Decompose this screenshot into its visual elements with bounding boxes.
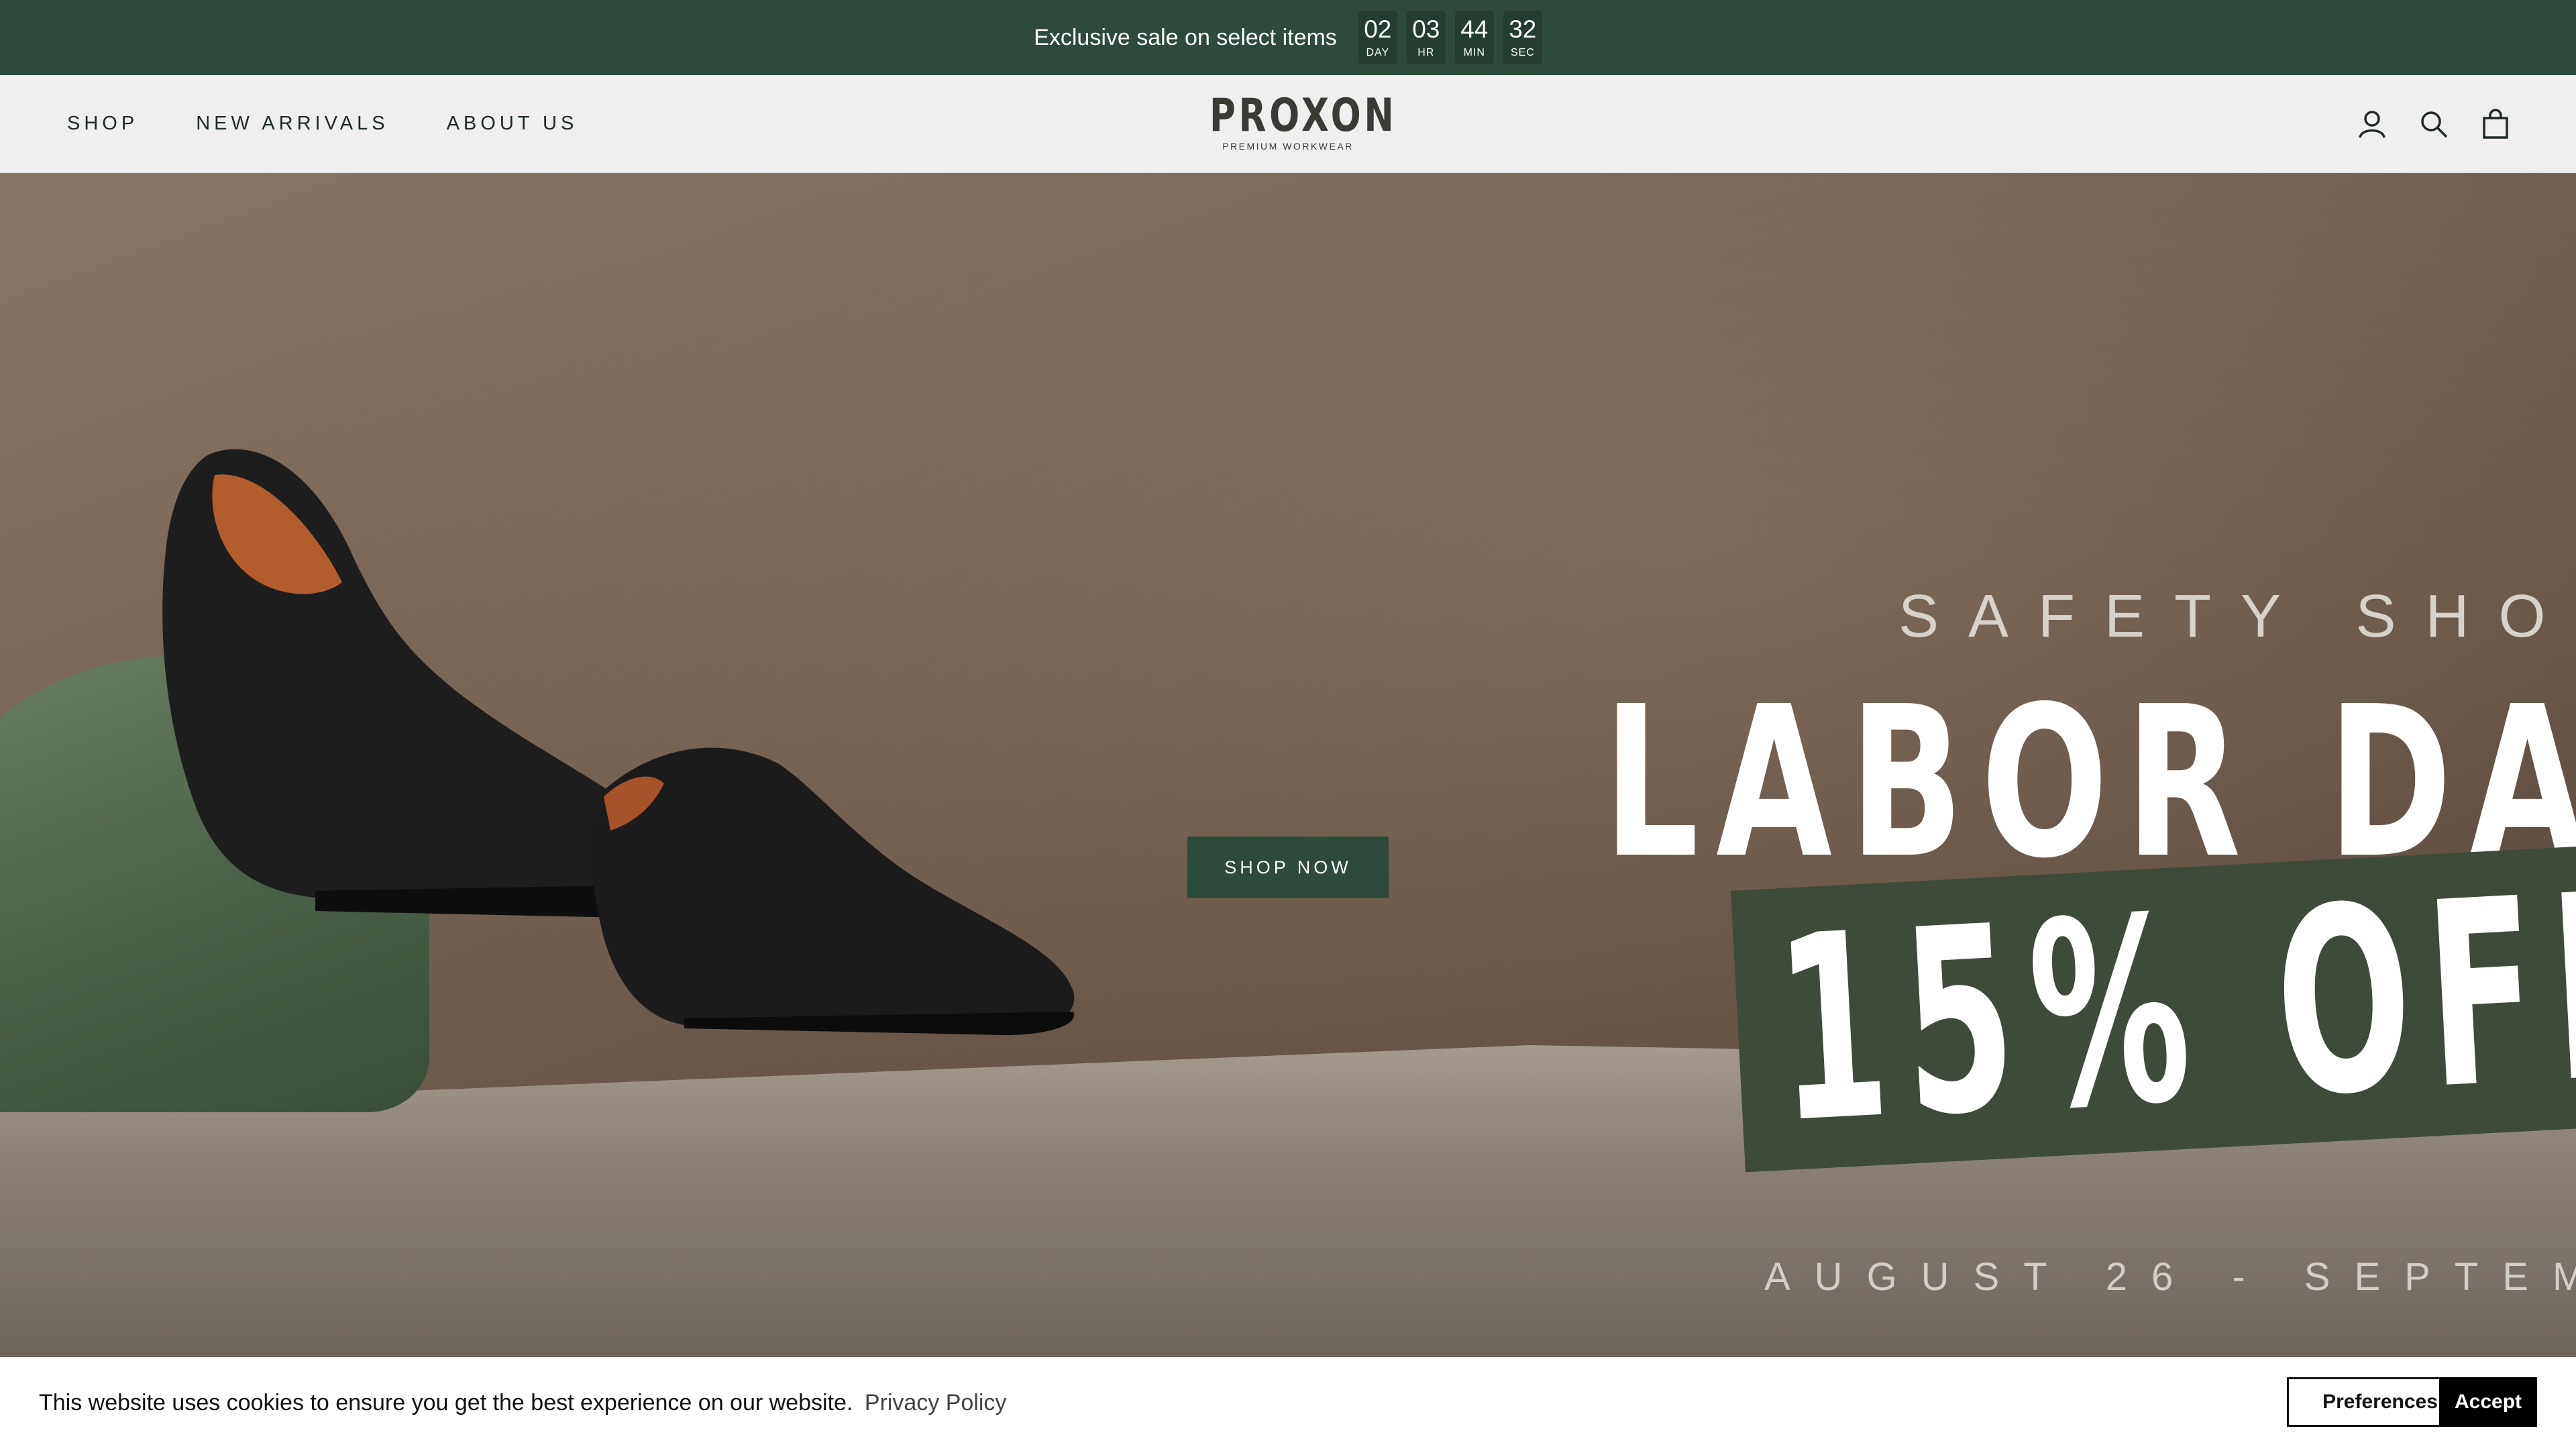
cookie-accept-button[interactable]: Accept: [2439, 1377, 2537, 1427]
countdown-days: 02 DAY: [1358, 11, 1397, 64]
account-icon[interactable]: [2356, 108, 2388, 140]
search-icon[interactable]: [2418, 108, 2450, 140]
cookie-message-wrap: This website uses cookies to ensure you …: [39, 1390, 1006, 1416]
hero-kicker: SAFETY SHOE: [1898, 583, 2576, 650]
main-nav: SHOP NEW ARRIVALS ABOUT US: [67, 75, 578, 172]
hero-banner: SHOP NOW SAFETY SHOE LABOR DAY 15% OFF A…: [0, 173, 2576, 1357]
countdown-timer: 02 DAY 03 HR 44 MIN 32 SEC: [1358, 11, 1542, 64]
shop-now-button[interactable]: SHOP NOW: [1187, 837, 1389, 898]
countdown-value: 03: [1412, 15, 1440, 43]
header-actions: [2356, 75, 2512, 172]
site-logo[interactable]: PROXON PREMIUM WORKWEAR: [1187, 89, 1397, 152]
cookie-message: This website uses cookies to ensure you …: [39, 1390, 853, 1415]
cart-icon[interactable]: [2479, 108, 2512, 140]
countdown-value: 32: [1509, 15, 1537, 43]
logo-wordmark: PROXON: [1210, 89, 1397, 142]
countdown-seconds: 32 SEC: [1503, 11, 1542, 64]
countdown-label: MIN: [1463, 47, 1485, 58]
cookie-banner: This website uses cookies to ensure you …: [0, 1357, 2576, 1449]
countdown-label: SEC: [1510, 47, 1535, 58]
nav-about-us[interactable]: ABOUT US: [447, 113, 578, 135]
countdown-label: DAY: [1366, 47, 1390, 58]
announcement-bar: Exclusive sale on select items 02 DAY 03…: [0, 0, 2576, 75]
site-header: SHOP NEW ARRIVALS ABOUT US PROXON PREMIU…: [0, 75, 2576, 174]
countdown-label: HR: [1417, 47, 1435, 58]
nav-new-arrivals[interactable]: NEW ARRIVALS: [196, 113, 388, 135]
offer-text: 15% OFF: [1770, 835, 2576, 1180]
privacy-policy-link[interactable]: Privacy Policy: [865, 1390, 1007, 1415]
countdown-value: 02: [1364, 15, 1392, 43]
shoe-image-small: [591, 747, 1075, 1035]
countdown-value: 44: [1460, 15, 1489, 43]
promo-dates: AUGUST 26 - SEPTEMBER: [1764, 1255, 2576, 1299]
countdown-minutes: 44 MIN: [1454, 11, 1494, 64]
countdown-hours: 03 HR: [1406, 11, 1446, 64]
nav-shop[interactable]: SHOP: [67, 113, 138, 135]
announcement-text: Exclusive sale on select items: [1034, 24, 1337, 50]
logo-tagline: PREMIUM WORKWEAR: [1222, 141, 1354, 152]
